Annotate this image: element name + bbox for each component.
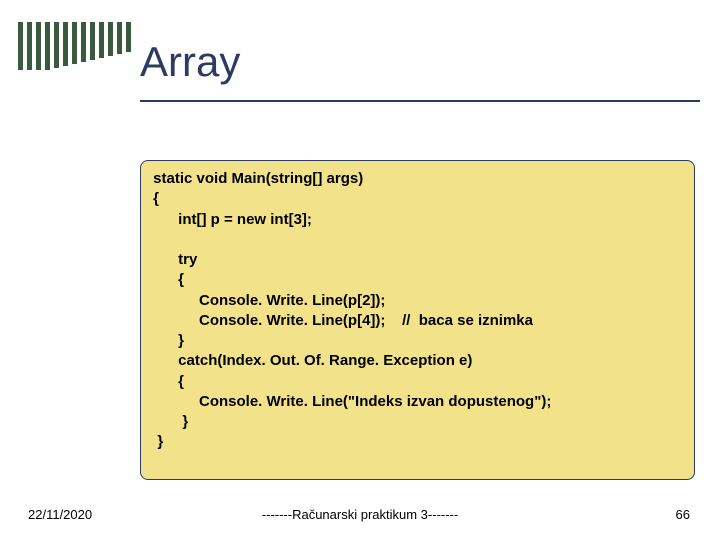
stripe bbox=[90, 22, 95, 60]
page-title: Array bbox=[140, 38, 690, 92]
title-block: Array bbox=[140, 38, 690, 102]
stripe bbox=[36, 22, 41, 70]
stripe bbox=[54, 22, 59, 68]
code-line: } bbox=[149, 433, 163, 450]
code-line: static void Main(string[] args) bbox=[149, 170, 363, 187]
code-line: { bbox=[149, 373, 184, 390]
code-line: int[] p = new int[3]; bbox=[149, 211, 312, 228]
code-line: Console. Write. Line(p[4]); bbox=[149, 312, 385, 329]
code-box: static void Main(string[] args) { int[] … bbox=[140, 160, 695, 480]
code-line: Console. Write. Line("Indeks izvan dopus… bbox=[149, 393, 551, 410]
code-line: Console. Write. Line(p[2]); bbox=[149, 292, 385, 309]
footer-page: 66 bbox=[676, 507, 690, 522]
stripe bbox=[72, 22, 77, 64]
code-line: try bbox=[149, 251, 197, 268]
code-line: { bbox=[149, 271, 184, 288]
footer-center: -------Računarski praktikum 3------- bbox=[0, 507, 720, 522]
code-line: { bbox=[149, 190, 159, 207]
stripe bbox=[63, 22, 68, 66]
stripe bbox=[126, 22, 131, 52]
stripe bbox=[108, 22, 113, 56]
stripe bbox=[117, 22, 122, 54]
decorative-stripes bbox=[18, 22, 131, 70]
stripe bbox=[18, 22, 23, 70]
title-underline bbox=[140, 100, 700, 102]
stripe bbox=[45, 22, 50, 70]
code-line: } bbox=[149, 332, 184, 349]
code-line: catch(Index. Out. Of. Range. Exception e… bbox=[149, 352, 472, 369]
stripe bbox=[99, 22, 104, 58]
stripe bbox=[27, 22, 32, 70]
code-comment: // baca se iznimka bbox=[385, 312, 533, 329]
code-line: } bbox=[149, 413, 188, 430]
stripe bbox=[81, 22, 86, 62]
